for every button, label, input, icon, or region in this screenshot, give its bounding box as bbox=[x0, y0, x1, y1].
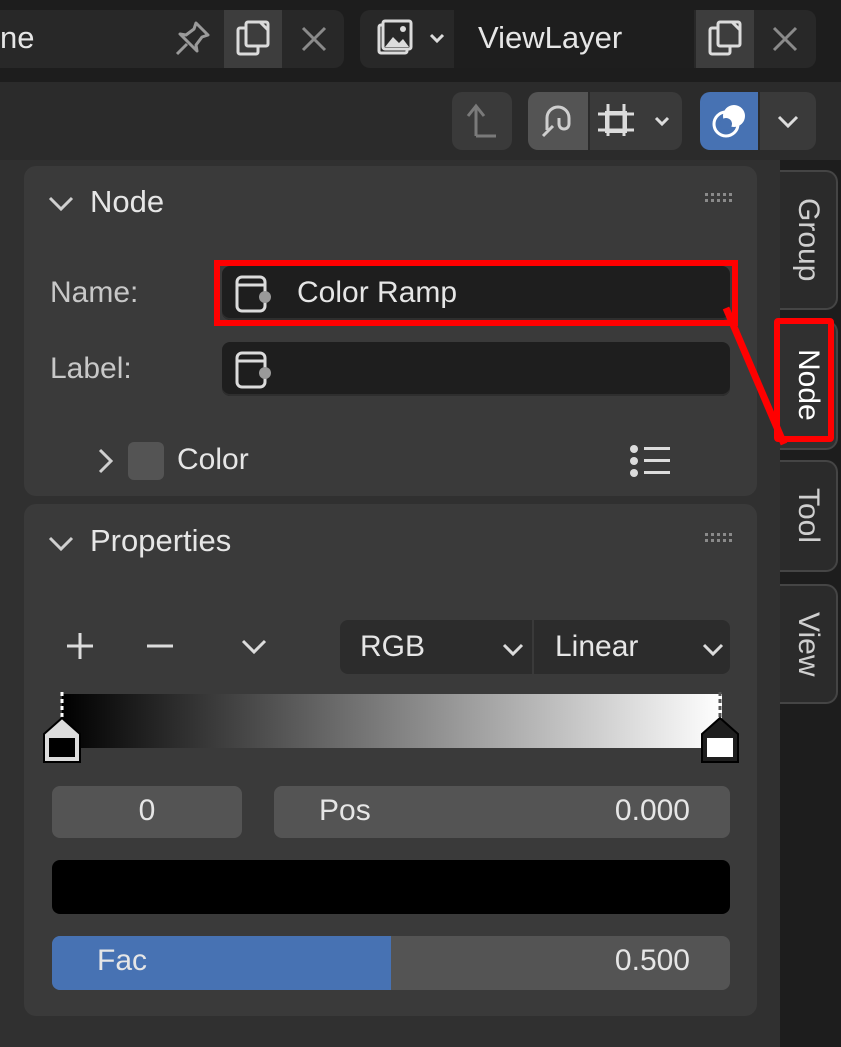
chevron-right-icon[interactable] bbox=[92, 444, 120, 478]
tab-view[interactable]: View bbox=[780, 584, 838, 704]
color-stop-black[interactable] bbox=[40, 690, 84, 766]
label-field[interactable] bbox=[222, 342, 730, 396]
name-label: Name: bbox=[50, 276, 139, 309]
drag-grip-icon[interactable] bbox=[704, 190, 734, 211]
chevron-down-icon[interactable] bbox=[760, 92, 816, 150]
chevron-down-icon[interactable] bbox=[44, 526, 78, 560]
copy-icon[interactable] bbox=[696, 10, 754, 68]
copy-icon[interactable] bbox=[224, 10, 282, 68]
chevron-down-icon[interactable] bbox=[698, 636, 728, 662]
chevron-down-icon[interactable] bbox=[498, 636, 528, 662]
color-mode-value[interactable]: RGB bbox=[360, 630, 425, 664]
tab-highlight-box bbox=[774, 318, 834, 442]
close-icon[interactable] bbox=[286, 10, 342, 68]
pin-icon[interactable] bbox=[166, 14, 218, 64]
minus-icon[interactable] bbox=[138, 624, 182, 668]
tab-tool[interactable]: Tool bbox=[780, 460, 838, 572]
position-value[interactable]: 0.000 bbox=[540, 794, 690, 828]
stop-index-value[interactable]: 0 bbox=[52, 794, 242, 828]
node-icon bbox=[228, 348, 278, 392]
color-ramp-gradient[interactable] bbox=[62, 694, 722, 748]
stop-color-swatch[interactable] bbox=[52, 860, 730, 914]
close-icon[interactable] bbox=[756, 10, 814, 68]
properties-section-title[interactable]: Properties bbox=[90, 523, 231, 559]
color-stop-white[interactable] bbox=[698, 690, 742, 766]
parent-arrow-icon[interactable] bbox=[452, 92, 512, 150]
interpolation-value[interactable]: Linear bbox=[555, 630, 638, 664]
fac-label: Fac bbox=[97, 944, 148, 977]
node-section-title[interactable]: Node bbox=[90, 184, 164, 220]
scene-name[interactable]: ne bbox=[0, 20, 34, 56]
chevron-down-icon[interactable] bbox=[44, 186, 78, 220]
highlight-box bbox=[214, 260, 738, 326]
drag-grip-icon[interactable] bbox=[704, 530, 734, 551]
tab-group[interactable]: Group bbox=[780, 170, 838, 310]
fac-value[interactable]: 0.500 bbox=[540, 944, 690, 978]
grid-snap-icon[interactable] bbox=[590, 92, 682, 150]
snap-icon[interactable] bbox=[528, 92, 588, 150]
overlay-icon[interactable] bbox=[700, 92, 758, 150]
color-checkbox[interactable] bbox=[128, 442, 164, 480]
preset-list-icon[interactable] bbox=[624, 440, 674, 482]
view-layer-name[interactable]: ViewLayer bbox=[478, 20, 622, 56]
color-subpanel-title[interactable]: Color bbox=[177, 443, 249, 477]
position-label: Pos bbox=[319, 794, 371, 827]
image-stack-icon[interactable] bbox=[364, 14, 450, 64]
chevron-down-icon[interactable] bbox=[232, 624, 276, 668]
plus-icon[interactable] bbox=[58, 624, 102, 668]
label-label: Label: bbox=[50, 352, 132, 385]
